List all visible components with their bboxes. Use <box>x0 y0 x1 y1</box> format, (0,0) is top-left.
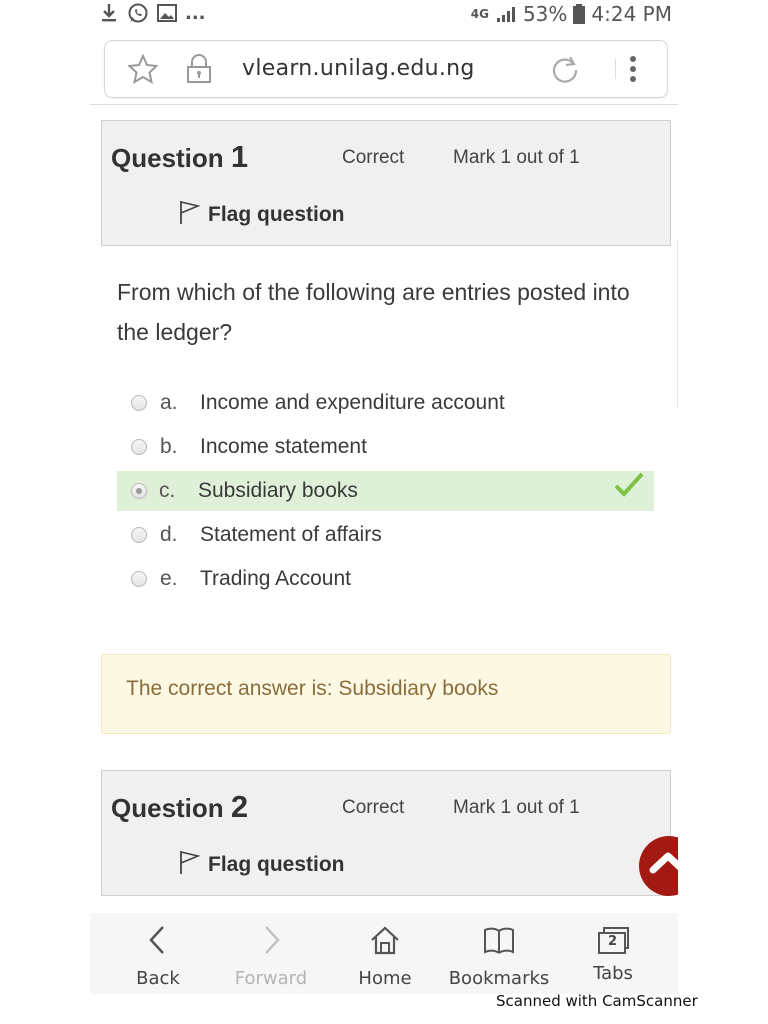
flag-question-label[interactable]: Flag question <box>208 853 345 877</box>
correct-check-icon <box>614 472 644 503</box>
option-letter: c. <box>159 479 176 502</box>
question-number: Question 1 <box>111 139 248 175</box>
url-text[interactable]: vlearn.unilag.edu.ng <box>242 56 475 81</box>
answer-option-a[interactable]: a. Income and expenditure account <box>117 381 654 425</box>
camscanner-watermark: Scanned with CamScanner <box>496 992 698 1010</box>
tabs-icon[interactable]: 2 <box>595 923 631 957</box>
question-num-value: 2 <box>230 789 249 824</box>
address-bar[interactable]: vlearn.unilag.edu.ng <box>104 40 668 98</box>
battery-percent: 53% <box>522 2 568 26</box>
question-state: Correct <box>342 147 405 168</box>
question-label: Question <box>111 143 224 173</box>
option-text[interactable]: Income and expenditure account <box>200 391 505 415</box>
radio-button[interactable] <box>131 571 147 587</box>
content-edge <box>677 240 678 408</box>
radio-button-selected[interactable] <box>131 483 147 499</box>
question-label: Question <box>111 793 224 823</box>
option-letter: a. <box>160 391 178 414</box>
toolbar-divider-line <box>90 104 678 105</box>
question-grade: Mark 1 out of 1 <box>453 147 580 168</box>
home-icon[interactable] <box>368 923 402 962</box>
answer-options: a. Income and expenditure account b. Inc… <box>117 381 654 601</box>
answer-option-d[interactable]: d. Statement of affairs <box>117 513 654 557</box>
question-text: From which of the following are entries … <box>117 279 630 345</box>
forward-button[interactable]: Forward <box>216 923 326 989</box>
bookmark-star-icon[interactable] <box>127 53 159 85</box>
browser-toolbar: vlearn.unilag.edu.ng <box>90 34 678 104</box>
more-options-icon[interactable] <box>617 53 649 85</box>
radio-button[interactable] <box>131 395 147 411</box>
radio-button[interactable] <box>131 439 147 455</box>
option-letter: b. <box>160 435 178 458</box>
gallery-icon <box>156 2 178 24</box>
option-letter: e. <box>160 567 178 590</box>
back-button[interactable]: Back <box>103 923 213 989</box>
flag-icon[interactable] <box>178 199 201 230</box>
question-grade: Mark 1 out of 1 <box>453 797 580 818</box>
bookmarks-label[interactable]: Bookmarks <box>449 968 550 989</box>
flag-question-button[interactable]: Flag question <box>178 849 345 880</box>
reload-icon[interactable] <box>549 53 581 85</box>
toolbar-divider <box>615 59 616 79</box>
forward-label[interactable]: Forward <box>235 968 307 989</box>
option-text[interactable]: Statement of affairs <box>200 523 382 547</box>
correct-answer-feedback: The correct answer is: Subsidiary books <box>101 654 671 734</box>
clock: 4:24 PM <box>591 2 672 26</box>
answer-option-c[interactable]: c. Subsidiary books <box>117 471 654 511</box>
scroll-to-top-button[interactable] <box>639 836 678 896</box>
feedback-text: The correct answer is: Subsidiary books <box>126 677 499 700</box>
option-text[interactable]: Trading Account <box>200 567 351 591</box>
tab-count: 2 <box>608 934 618 949</box>
tabs-button[interactable]: 2 Tabs <box>558 923 668 984</box>
network-type: 4G <box>470 7 489 21</box>
battery-icon <box>573 3 586 25</box>
option-text[interactable]: Subsidiary books <box>198 479 358 503</box>
forward-arrow-icon[interactable] <box>256 923 286 962</box>
chevron-up-icon[interactable] <box>639 852 678 900</box>
option-letter: d. <box>160 523 178 546</box>
question-state: Correct <box>342 797 405 818</box>
back-label[interactable]: Back <box>136 968 180 989</box>
bookmarks-book-icon[interactable] <box>481 923 517 962</box>
download-icon <box>98 2 120 24</box>
home-button[interactable]: Home <box>330 923 440 989</box>
flag-question-label[interactable]: Flag question <box>208 203 345 227</box>
home-label[interactable]: Home <box>358 968 411 989</box>
option-text[interactable]: Income statement <box>200 435 367 459</box>
phone-screen: ... 4G 53% 4:24 PM vlearn.unilag.edu.ng <box>90 0 678 994</box>
answer-option-e[interactable]: e. Trading Account <box>117 557 654 601</box>
whatsapp-icon <box>127 2 149 24</box>
browser-bottom-nav: Back Forward Home Bookmarks 2 Tabs <box>90 913 678 994</box>
lock-icon <box>183 53 215 85</box>
flag-icon[interactable] <box>178 849 201 880</box>
signal-icon <box>495 3 517 25</box>
bookmarks-button[interactable]: Bookmarks <box>444 923 554 989</box>
question-info-box: Question 2 Correct Mark 1 out of 1 Flag … <box>101 770 671 896</box>
status-overflow: ... <box>185 2 206 24</box>
question-info-box: Question 1 Correct Mark 1 out of 1 Flag … <box>101 120 671 246</box>
status-bar: ... 4G 53% 4:24 PM <box>90 0 678 30</box>
question-num-value: 1 <box>230 139 249 174</box>
flag-question-button[interactable]: Flag question <box>178 199 345 230</box>
answer-option-b[interactable]: b. Income statement <box>117 425 654 469</box>
tabs-label[interactable]: Tabs <box>593 963 633 984</box>
back-arrow-icon[interactable] <box>143 923 173 962</box>
question-number: Question 2 <box>111 789 248 825</box>
radio-button[interactable] <box>131 527 147 543</box>
